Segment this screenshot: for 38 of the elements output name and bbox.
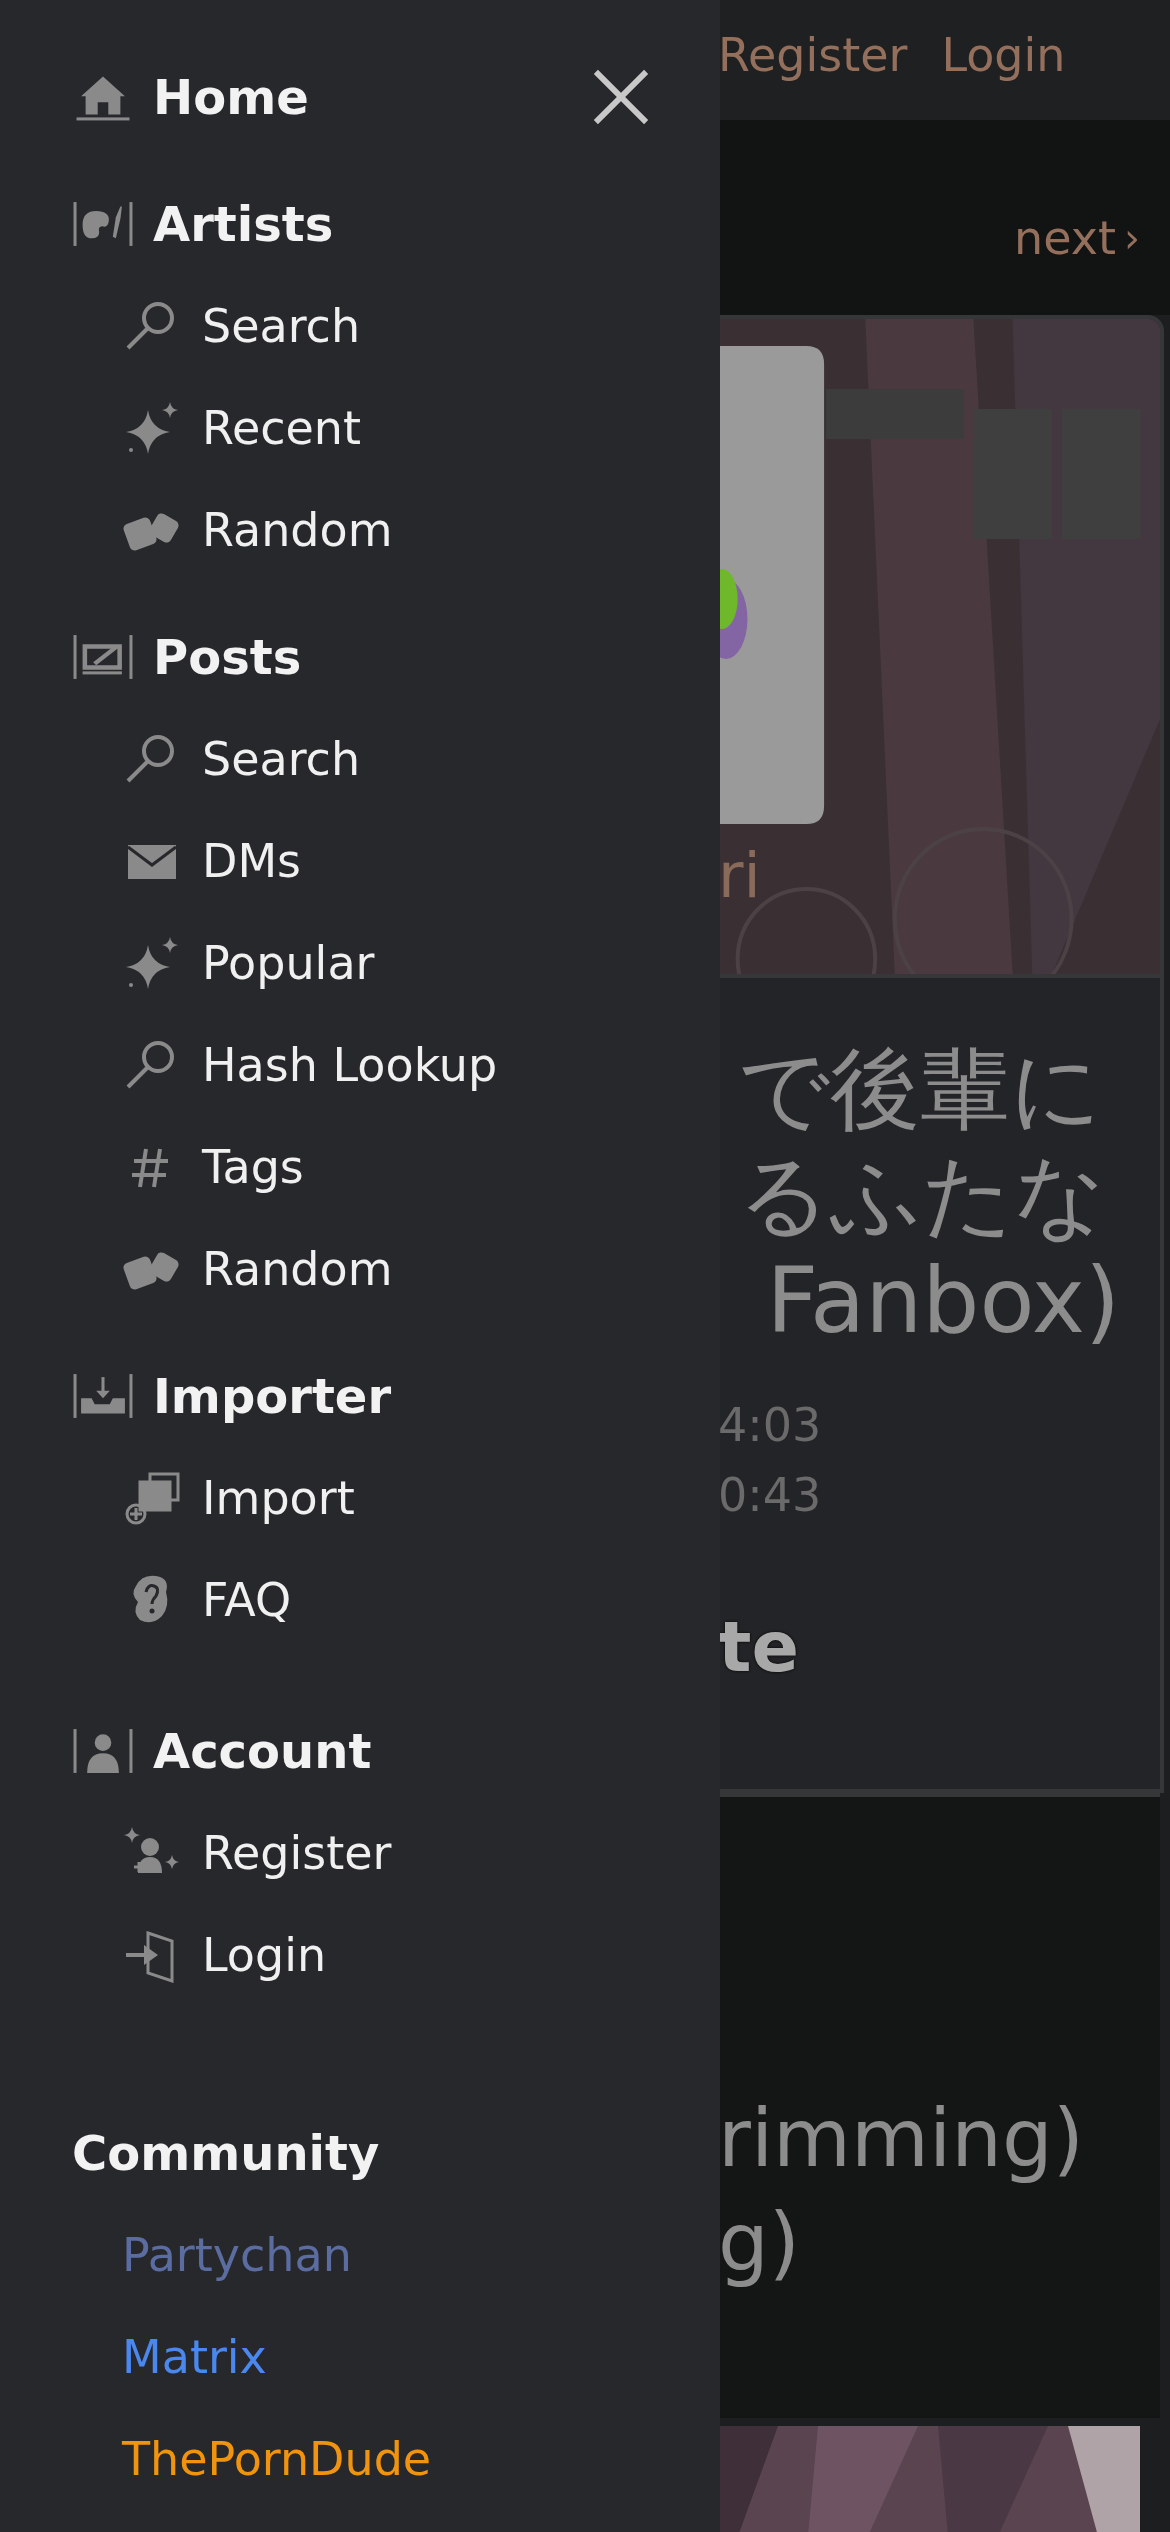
menu-item[interactable]: Recent <box>72 377 720 479</box>
post-time: 4:03 <box>718 1397 823 1454</box>
post-time: 0:43 <box>718 1467 823 1524</box>
menu-item[interactable]: Tags <box>72 1116 720 1218</box>
menu-item[interactable]: Search <box>72 275 720 377</box>
post-title: で後輩に <box>738 1036 1103 1142</box>
menu-item[interactable]: Import <box>72 1447 720 1549</box>
next-link[interactable]: next › <box>1014 210 1140 265</box>
menu-item[interactable]: Search <box>72 708 720 810</box>
menu-heading[interactable]: Posts <box>72 629 302 685</box>
menu-item[interactable]: DMs <box>72 810 720 912</box>
community-heading: Community <box>72 2124 380 2183</box>
person-icon <box>72 1726 134 1776</box>
close-icon <box>592 68 650 126</box>
menu-item[interactable]: Register <box>72 1802 720 1904</box>
header-link[interactable]: Login <box>941 28 1066 82</box>
menu-heading[interactable]: Importer <box>72 1368 392 1424</box>
community-link[interactable]: Matrix <box>72 2306 267 2408</box>
file-name: rimming) <box>718 2091 1085 2187</box>
file-name: g) <box>718 2195 801 2291</box>
tray-icon <box>72 1371 134 1421</box>
menu-heading[interactable]: Account <box>72 1723 372 1779</box>
menu-heading[interactable]: Home <box>72 69 309 125</box>
board-icon <box>72 632 134 682</box>
menu-item[interactable]: Hash Lookup <box>72 1014 720 1116</box>
close-button[interactable] <box>592 68 650 126</box>
menu-heading[interactable]: Artists <box>72 196 334 252</box>
post-title: るふたな <box>738 1142 1107 1248</box>
section-title: te <box>718 1606 800 1688</box>
menu-item[interactable]: FAQ <box>72 1549 720 1651</box>
menu-item[interactable]: Random <box>72 1218 720 1320</box>
menu-item[interactable]: Login <box>72 1904 720 2006</box>
menu-item[interactable]: Random <box>72 479 720 581</box>
community-link[interactable]: ThePornDude <box>72 2408 432 2510</box>
menu-item[interactable]: Popular <box>72 912 720 1014</box>
header-link[interactable]: Register <box>718 28 908 82</box>
palette-icon <box>72 199 134 249</box>
post-title: Fanbox) <box>765 1248 1122 1354</box>
